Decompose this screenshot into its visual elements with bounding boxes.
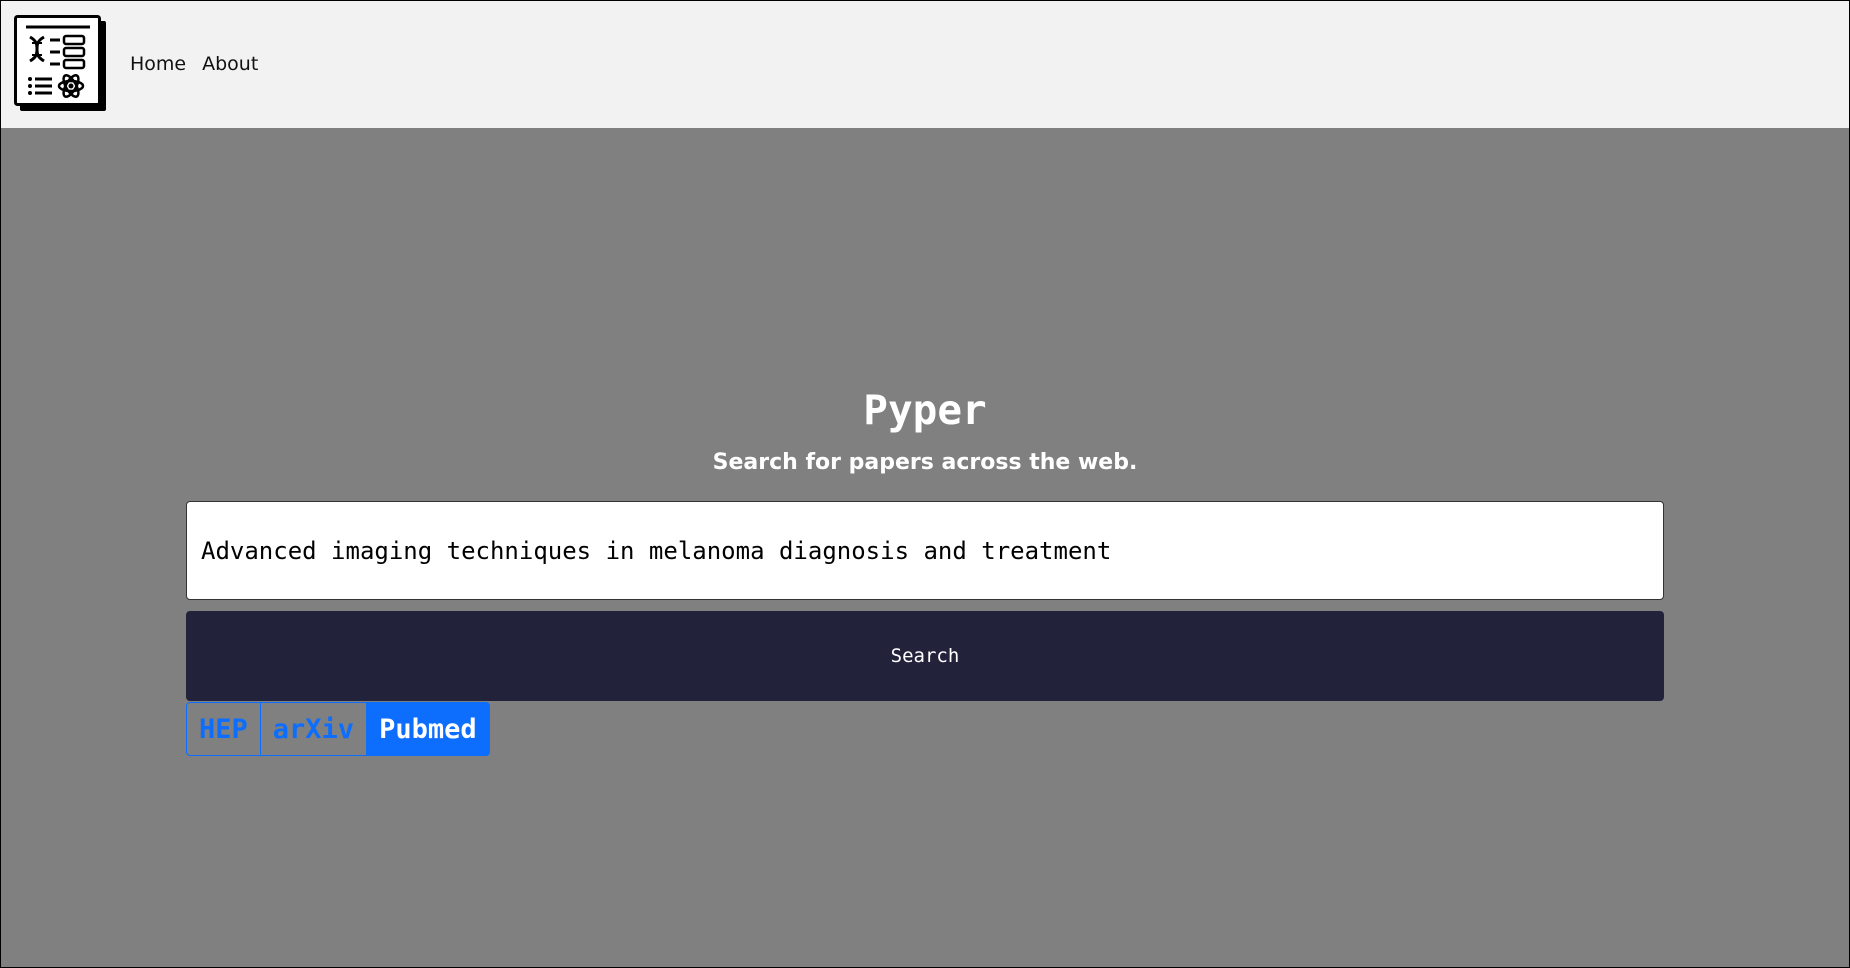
nav-link-about[interactable]: About bbox=[202, 53, 258, 75]
page-title: Pyper bbox=[863, 386, 987, 434]
source-tabs: HEP arXiv Pubmed bbox=[186, 702, 490, 756]
source-tab-hep[interactable]: HEP bbox=[186, 702, 261, 756]
search-button[interactable]: Search bbox=[186, 611, 1664, 701]
paper-science-logo-icon bbox=[14, 15, 106, 111]
page-background bbox=[0, 0, 1850, 968]
logo-icon[interactable] bbox=[14, 15, 108, 113]
nav-link-home[interactable]: Home bbox=[130, 53, 186, 75]
source-tab-pubmed[interactable]: Pubmed bbox=[366, 702, 490, 756]
search-input[interactable] bbox=[186, 501, 1664, 600]
nav-links: Home About bbox=[130, 53, 258, 75]
navbar: Home About bbox=[1, 1, 1849, 128]
page-subtitle: Search for papers across the web. bbox=[712, 450, 1138, 475]
source-tab-arxiv[interactable]: arXiv bbox=[259, 702, 368, 756]
